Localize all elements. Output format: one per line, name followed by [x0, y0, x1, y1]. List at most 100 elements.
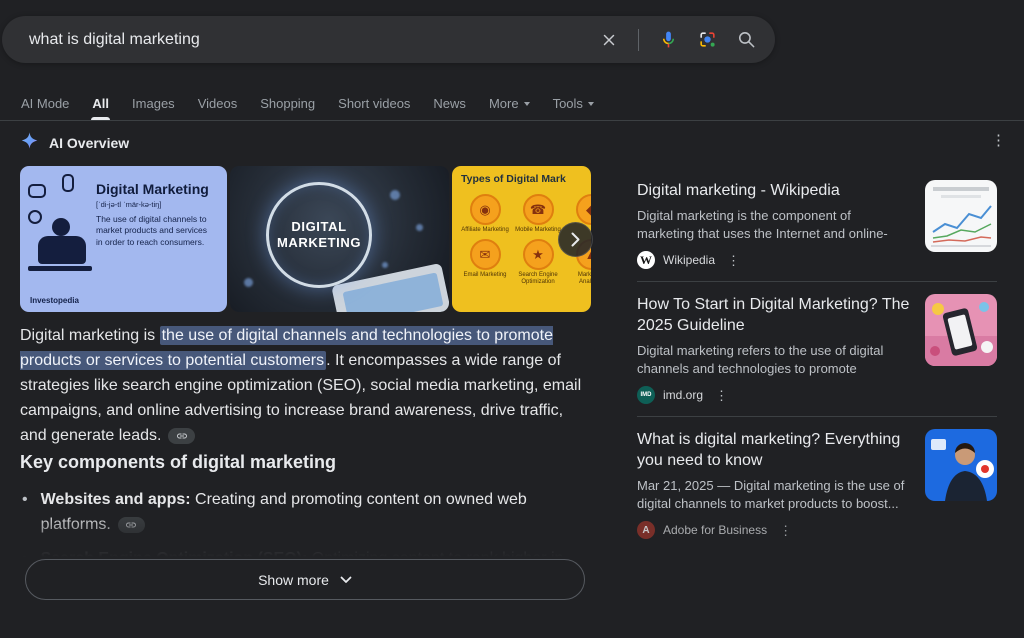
ai-overview-title: AI Overview: [49, 135, 129, 151]
carousel-next-button[interactable]: [558, 222, 593, 257]
image-attribution: Investopedia: [30, 296, 79, 305]
source-name[interactable]: imd.org: [663, 388, 703, 402]
result-snippet: Digital marketing refers to the use of d…: [637, 342, 911, 378]
type-item: Search Engine Optimization: [514, 239, 562, 286]
tab-all[interactable]: All: [91, 86, 110, 120]
type-item: Email Marketing: [461, 239, 509, 286]
type-item: Mobile Marketing: [514, 194, 562, 234]
result-source-row: A Adobe for Business: [637, 521, 911, 539]
tab-shopping[interactable]: Shopping: [259, 86, 316, 120]
image-title: Digital Marketing: [96, 181, 209, 197]
search-input[interactable]: what is digital marketing: [29, 31, 596, 49]
mic-icon[interactable]: [655, 27, 681, 53]
more-options-icon[interactable]: [715, 389, 728, 402]
source-name[interactable]: Adobe for Business: [663, 523, 767, 537]
tab-images[interactable]: Images: [131, 86, 176, 120]
result-title[interactable]: What is digital marketing? Everything yo…: [637, 429, 911, 471]
tab-tools[interactable]: Tools: [552, 86, 595, 120]
show-more-button[interactable]: Show more: [25, 559, 585, 600]
carousel-image-photo[interactable]: DIGITAL MARKETING: [230, 166, 449, 312]
illustration-shape: [52, 218, 70, 236]
search-results-page: what is digital marketing: [0, 0, 1024, 638]
tab-label: Shopping: [260, 96, 315, 111]
image-carousel: Digital Marketing [ˈdi-jə-tl ˈmär-kə-tiŋ…: [20, 166, 591, 312]
ai-overview-paragraph: Digital marketing is the use of digital …: [20, 323, 592, 448]
result-text: What is digital marketing? Everything yo…: [637, 429, 911, 539]
citation-link-icon[interactable]: [168, 428, 195, 444]
result-thumbnail[interactable]: [925, 429, 997, 501]
divider: [637, 281, 997, 282]
tab-videos[interactable]: Videos: [197, 86, 239, 120]
result-text: How To Start in Digital Marketing? The 2…: [637, 294, 911, 404]
chevron-down-icon: [524, 102, 530, 106]
illustration-shape: [390, 190, 400, 200]
type-item: Affiliate Marketing: [461, 194, 509, 234]
tab-label: News: [433, 96, 466, 111]
type-label: Mobile Marketing: [514, 227, 562, 234]
tab-label: Tools: [553, 96, 583, 111]
result-snippet: Mar 21, 2025 — Digital marketing is the …: [637, 477, 911, 513]
tab-more[interactable]: More: [488, 86, 531, 120]
section-heading: Key components of digital marketing: [20, 452, 336, 473]
tab-label: More: [489, 96, 519, 111]
tab-label: All: [92, 96, 109, 111]
wikipedia-favicon: W: [637, 251, 655, 269]
divider: [0, 120, 1024, 121]
result-thumbnail[interactable]: [925, 294, 997, 366]
result-source-row: W Wikipedia: [637, 251, 911, 269]
chevron-down-icon: [340, 576, 352, 584]
paragraph-text: Digital marketing is: [20, 327, 160, 344]
search-bar-icons: [596, 27, 759, 53]
affiliate-marketing-icon: [470, 194, 501, 225]
seo-icon: [523, 239, 554, 270]
illustration-shape: [28, 184, 46, 198]
show-more-label: Show more: [258, 572, 329, 588]
result-card: How To Start in Digital Marketing? The 2…: [637, 294, 997, 404]
citation-link-icon[interactable]: [118, 517, 145, 533]
illustration-shape: [416, 224, 423, 231]
tab-short-videos[interactable]: Short videos: [337, 86, 411, 120]
ai-overview-header: AI Overview: [20, 131, 129, 155]
type-label: Marketing Analytics: [567, 272, 591, 286]
illustration-shape: [28, 210, 42, 224]
tab-ai-mode[interactable]: AI Mode: [20, 86, 70, 120]
sparkle-icon: [20, 131, 39, 155]
mobile-marketing-icon: [523, 194, 554, 225]
image-phonetic: [ˈdi-jə-tl ˈmär-kə-tiŋ]: [96, 200, 161, 209]
more-options-icon[interactable]: [727, 254, 740, 267]
illustration-shape: [62, 174, 74, 192]
result-source-row: IMD imd.org: [637, 386, 911, 404]
divider: [637, 416, 997, 417]
more-options-icon[interactable]: [991, 133, 1006, 148]
image-title: Types of Digital Mark: [461, 173, 566, 185]
result-tabs: AI Mode All Images Videos Shopping Short…: [20, 86, 595, 120]
adobe-favicon: A: [637, 521, 655, 539]
result-title[interactable]: Digital marketing - Wikipedia: [637, 180, 911, 201]
tab-label: Short videos: [338, 96, 410, 111]
illustration-shape: [28, 266, 92, 271]
tab-label: Images: [132, 96, 175, 111]
type-label: Email Marketing: [461, 272, 509, 279]
result-card: Digital marketing - Wikipedia Digital ma…: [637, 180, 997, 269]
search-bar[interactable]: what is digital marketing: [2, 16, 775, 63]
clear-icon[interactable]: [596, 27, 622, 53]
source-name[interactable]: Wikipedia: [663, 253, 715, 267]
illustration-shape: [382, 262, 388, 268]
imd-favicon: IMD: [637, 386, 655, 404]
more-options-icon[interactable]: [779, 524, 792, 537]
bullet-icon: [22, 487, 28, 537]
tab-news[interactable]: News: [432, 86, 467, 120]
list-item: Websites and apps: Creating and promotin…: [22, 487, 567, 537]
carousel-image-definition[interactable]: Digital Marketing [ˈdi-jə-tl ˈmär-kə-tiŋ…: [20, 166, 227, 312]
result-thumbnail[interactable]: [925, 180, 997, 252]
related-results: Digital marketing - Wikipedia Digital ma…: [637, 180, 997, 539]
divider: [638, 29, 639, 51]
list-item-text: Websites and apps: Creating and promotin…: [41, 487, 567, 537]
result-title[interactable]: How To Start in Digital Marketing? The 2…: [637, 294, 911, 336]
lens-icon[interactable]: [694, 27, 720, 53]
tab-label: Videos: [198, 96, 238, 111]
image-title: DIGITAL MARKETING: [276, 219, 362, 252]
illustration-shape: [38, 236, 86, 264]
search-icon[interactable]: [733, 27, 759, 53]
list-item-term: Websites and apps:: [41, 491, 191, 508]
